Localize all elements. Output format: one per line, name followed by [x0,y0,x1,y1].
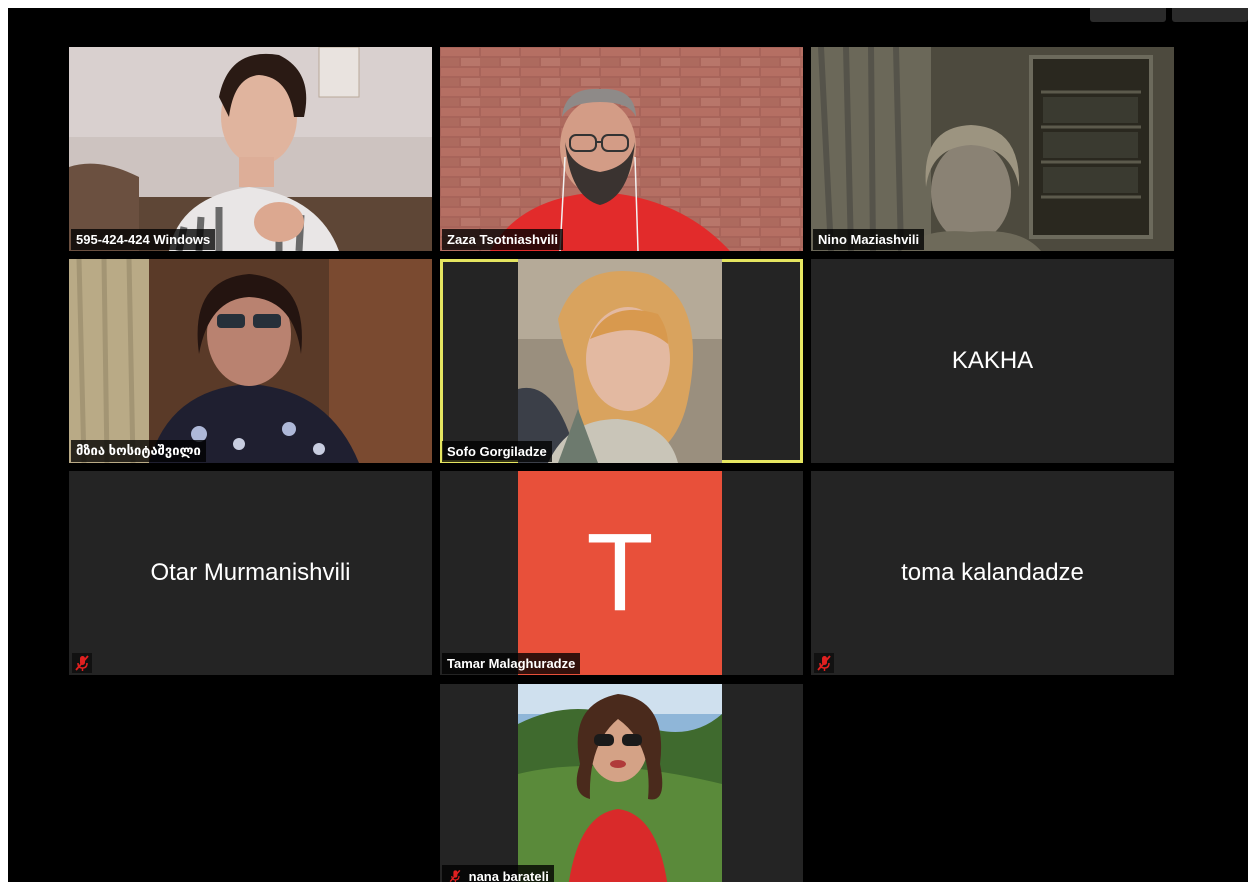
top-control-button-2[interactable] [1172,8,1248,22]
participant-tile[interactable]: Otar Murmanishvili [69,471,432,675]
meeting-window: 595-424-424 Windows Zaza Tsotniashvili N… [8,8,1248,882]
participant-name: მზია ხოსიტაშვილი [71,440,206,462]
participant-name: Zaza Tsotniashvili [442,229,564,250]
video-feed [811,47,1174,251]
top-control-button-1[interactable] [1090,8,1166,22]
participant-name: Tamar Malaghuradze [442,653,581,674]
participant-tile[interactable]: Nino Maziashvili [811,47,1174,251]
participant-tile[interactable]: nana barateli [440,684,803,882]
participant-name: Sofo Gorgiladze [442,441,552,462]
participant-tile[interactable]: T Tamar Malaghuradze [440,471,803,675]
participant-name: 595-424-424 Windows [71,229,216,250]
video-feed [440,47,803,251]
microphone-muted-icon [449,869,461,882]
participant-name-center: KAKHA [951,347,1034,374]
participant-tile-active-speaker[interactable]: Sofo Gorgiladze [440,259,803,463]
avatar: T [518,471,722,675]
participant-name: nana barateli [442,865,554,882]
profile-photo [518,259,722,463]
video-feed [69,259,432,463]
participant-tile[interactable]: toma kalandadze [811,471,1174,675]
participant-tile[interactable]: 595-424-424 Windows [69,47,432,251]
participant-name-center: Otar Murmanishvili [150,559,351,586]
participant-tile[interactable]: Zaza Tsotniashvili [440,47,803,251]
participant-name: Nino Maziashvili [813,229,925,250]
participant-name-center: toma kalandadze [901,559,1084,586]
participant-tile[interactable]: მზია ხოსიტაშვილი [69,259,432,463]
participant-tile[interactable]: KAKHA [811,259,1174,463]
top-controls [1090,8,1248,22]
microphone-muted-icon [72,653,92,673]
microphone-muted-icon [814,653,834,673]
video-feed [69,47,432,251]
participant-name-text: nana barateli [468,869,549,882]
profile-photo [518,684,722,882]
